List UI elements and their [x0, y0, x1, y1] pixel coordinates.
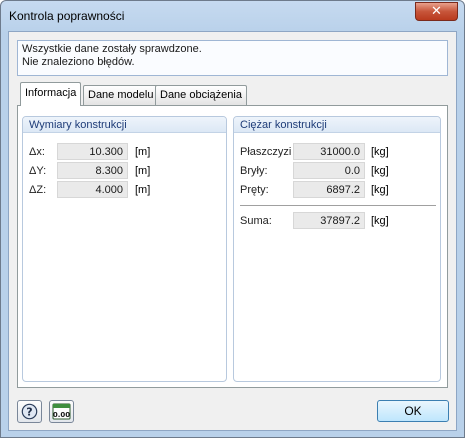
- dimension-value: 10.300: [57, 143, 128, 160]
- dimensions-group-title: Wymiary konstrukcji: [23, 117, 226, 133]
- status-line-1: Wszystkie dane zostały sprawdzone.: [22, 43, 202, 55]
- units-button[interactable]: 0.00: [49, 400, 74, 423]
- tab-dane-obciazenia[interactable]: Dane obciążenia: [155, 85, 247, 105]
- dimension-unit: [m]: [135, 146, 151, 158]
- weight-label: Bryły:: [240, 165, 268, 177]
- dimension-value: 8.300: [57, 162, 128, 179]
- tab-informacja[interactable]: Informacja: [20, 82, 82, 106]
- weight-row-members: Pręty: 6897.2 [kg]: [240, 181, 436, 199]
- dimension-row-dz: ΔZ: 4.000 [m]: [29, 181, 219, 199]
- weight-separator: [240, 205, 436, 206]
- svg-text:0.00: 0.00: [53, 411, 70, 419]
- dimension-row-dy: ΔY: 8.300 [m]: [29, 162, 219, 180]
- ok-button[interactable]: OK: [377, 400, 449, 422]
- dimension-label: Δx:: [29, 146, 45, 158]
- dimension-label: ΔZ:: [29, 184, 47, 196]
- tab-panel-informacja: Wymiary konstrukcji Δx: 10.300 [m] ΔY: 8…: [17, 105, 448, 388]
- weight-value: 6897.2: [293, 181, 365, 198]
- weight-unit: [kg]: [371, 146, 389, 158]
- weight-group: Ciężar konstrukcji Płaszczyzi 31000.0 [k…: [233, 116, 441, 382]
- weight-value: 31000.0: [293, 143, 365, 160]
- ok-button-label: OK: [404, 404, 422, 418]
- weight-sum-label: Suma:: [240, 215, 272, 227]
- window-title: Kontrola poprawności: [9, 9, 125, 23]
- dimension-row-dx: Δx: 10.300 [m]: [29, 143, 219, 161]
- dialog-window: Kontrola poprawności ✕ Wszystkie dane zo…: [0, 0, 465, 438]
- weight-row-solids: Bryły: 0.0 [kg]: [240, 162, 436, 180]
- weight-value: 0.0: [293, 162, 365, 179]
- svg-text:?: ?: [26, 406, 32, 419]
- dimension-unit: [m]: [135, 165, 151, 177]
- weight-unit: [kg]: [371, 165, 389, 177]
- weight-label: Pręty:: [240, 184, 269, 196]
- units-icon: 0.00: [52, 403, 71, 420]
- help-button[interactable]: ?: [17, 400, 42, 423]
- weight-row-surfaces: Płaszczyzi 31000.0 [kg]: [240, 143, 436, 161]
- status-message: Wszystkie dane zostały sprawdzone. Nie z…: [17, 40, 448, 76]
- dimensions-group: Wymiary konstrukcji Δx: 10.300 [m] ΔY: 8…: [22, 116, 227, 382]
- dimension-unit: [m]: [135, 184, 151, 196]
- status-line-2: Nie znaleziono błędów.: [22, 56, 135, 68]
- weight-label: Płaszczyzi: [240, 146, 292, 158]
- title-bar[interactable]: Kontrola poprawności ✕: [1, 1, 464, 31]
- close-icon: ✕: [431, 4, 442, 19]
- weight-sum-unit: [kg]: [371, 215, 389, 227]
- weight-group-title: Ciężar konstrukcji: [234, 117, 440, 133]
- weight-unit: [kg]: [371, 184, 389, 196]
- tab-dane-modelu[interactable]: Dane modelu: [83, 85, 159, 105]
- dimension-label: ΔY:: [29, 165, 47, 177]
- dimension-value: 4.000: [57, 181, 128, 198]
- dialog-body: Wszystkie dane zostały sprawdzone. Nie z…: [8, 31, 457, 431]
- weight-sum-value: 37897.2: [293, 212, 365, 229]
- close-button[interactable]: ✕: [415, 2, 458, 21]
- weight-row-sum: Suma: 37897.2 [kg]: [240, 212, 436, 230]
- help-icon: ?: [21, 403, 38, 420]
